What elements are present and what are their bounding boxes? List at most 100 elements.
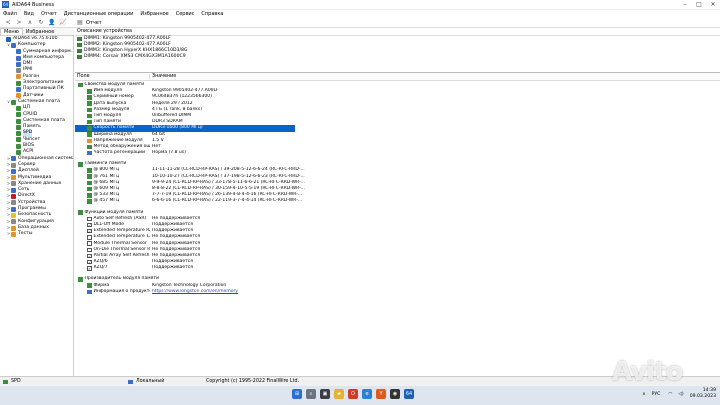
table-row[interactable]: Информация о продукте https://www.kingsto… [75,289,720,295]
tree-node-icon [16,68,21,74]
language-indicator[interactable]: РУС [652,392,661,397]
property-icon [87,119,92,125]
tree-item[interactable]: > Тесты [0,231,73,237]
section-icon [78,82,83,88]
tree-node-icon [11,168,16,174]
back-icon[interactable]: < [3,18,13,27]
tree-node-icon [11,42,16,48]
memory-module-icon [77,43,82,47]
report-icon: ▤ [77,19,83,26]
checked-box-icon: ✓ [87,228,92,234]
memory-module-icon [77,55,82,59]
memory-icon [3,379,8,384]
search-icon[interactable]: ⌕ [306,389,316,399]
report-button[interactable]: ▤ Отчет [75,18,102,27]
value-cell: Норма (7.8 us) [152,150,186,156]
menu-item-6[interactable]: Справка [201,11,223,17]
device-label: DIMM4: Corsair XMS3 CMX4GX3M1A1600C9 [84,54,186,59]
checked-box-icon: ✓ [87,266,92,272]
unchecked-box-icon [87,216,92,222]
menu-bar: Файл Вид Отчет Дистанционные операции Избран… [0,10,720,18]
tree-node-icon [11,206,16,212]
menu-item-5[interactable]: Сервис [176,11,195,17]
menu-item-1[interactable]: Вид [24,11,34,17]
tree-node-icon [11,175,16,181]
maximize-button[interactable]: □ [692,1,706,8]
product-link[interactable]: https://www.kingston.com/en/memory [150,289,238,295]
unchecked-box-icon [87,241,92,246]
property-icon [87,107,92,113]
field-cell: ✓ RZQ/7 [75,265,150,271]
task-view-icon[interactable]: ▣ [320,389,330,399]
tree-node-icon [16,149,21,155]
tree-node-icon [16,112,21,118]
device-description-header: Описание устройства [75,28,720,36]
left-tabs: Меню Избранное [0,28,74,36]
memory-module-icon [77,37,82,41]
field-cell: Частота регенерации [75,150,150,156]
user-icon[interactable]: 👤 [47,18,57,27]
tree-node-icon [11,156,16,162]
menu-item-4[interactable]: Избранное [140,11,168,17]
clock[interactable]: 14:39 09.03.2023 [690,388,716,400]
tree-node-icon [11,225,16,231]
menu-item-3[interactable]: Дистанционные операции [64,11,134,17]
field-label: RZQ/7 [93,265,108,271]
aida64-taskbar-icon[interactable]: 64 [404,389,414,399]
start-icon[interactable]: ⊞ [292,389,302,399]
menu-item-2[interactable]: Отчет [41,11,57,17]
field-cell: @ 457 МГц [75,198,150,204]
toolbar: < > ∧ ↻ 👤 📈 ▤ Отчет [0,18,720,28]
steam-icon[interactable]: ◉ [390,389,400,399]
computer-icon [128,379,133,384]
window-title: AIDA64 Business [12,1,55,8]
edge-icon[interactable]: e [362,389,372,399]
properties-grid: Свойства модуля памяти Имя модуля Kingston… [75,82,720,376]
tree-node-icon [11,219,16,225]
navigation-tree: AIDA64 v6.75.6100 ∨ Компьютер Суммарная инф… [0,36,74,376]
property-icon [87,89,92,94]
column-field[interactable]: Поле [75,74,150,79]
report-label: Отчет [86,19,102,26]
aida64-logo-icon: 64 [2,1,9,8]
minimize-button[interactable]: – [678,1,692,8]
field-cell: Информация о продукте [75,289,150,295]
up-icon[interactable]: ∧ [25,18,35,27]
volume-icon[interactable]: ◁) [678,392,683,397]
close-button[interactable]: ✕ [706,1,720,8]
tree-node-icon [16,55,21,61]
opera-icon[interactable]: O [348,389,358,399]
property-icon [87,126,92,131]
value-cell: Поддерживается [152,265,193,271]
menu-item-0[interactable]: Файл [3,11,17,17]
value-cell: 6-6-6-16 (CL-RCD-RP-RAS) / 22-119-3-7-4-… [152,198,303,204]
tab-menu[interactable]: Меню [0,28,23,35]
refresh-icon[interactable]: ↻ [36,18,46,27]
yandex-icon[interactable]: Y [376,389,386,399]
tree-node-icon [11,99,16,105]
property-icon [87,180,92,186]
section-icon [78,277,83,282]
tree-node-icon [16,118,21,124]
field-label: Частота регенерации [93,150,146,156]
wifi-icon[interactable]: ◠ [668,392,672,397]
tree-node-icon [11,231,16,237]
tray-chevron-icon[interactable]: ∧ [642,392,645,397]
property-icon [87,150,92,156]
device-item[interactable]: DIMM4: Corsair XMS3 CMX4GX3M1A1600C9 [77,54,720,60]
tab-favorites[interactable]: Избранное [23,29,57,35]
property-icon [87,132,92,137]
content-pane: Описание устройства DIMM1: Kingston 9905… [75,28,720,376]
tree-node-icon [11,187,16,193]
property-icon [87,289,92,295]
memory-module-icon [77,49,82,53]
status-left: SPD [11,379,21,384]
tree-node-icon [11,162,16,168]
tree-node-icon [16,87,21,93]
column-value[interactable]: Значение [150,74,176,79]
chart-icon[interactable]: 📈 [58,18,68,27]
file-explorer-icon[interactable]: ▰ [334,389,344,399]
property-icon [87,283,92,288]
tree-node-icon [16,61,21,67]
forward-icon[interactable]: > [14,18,24,27]
